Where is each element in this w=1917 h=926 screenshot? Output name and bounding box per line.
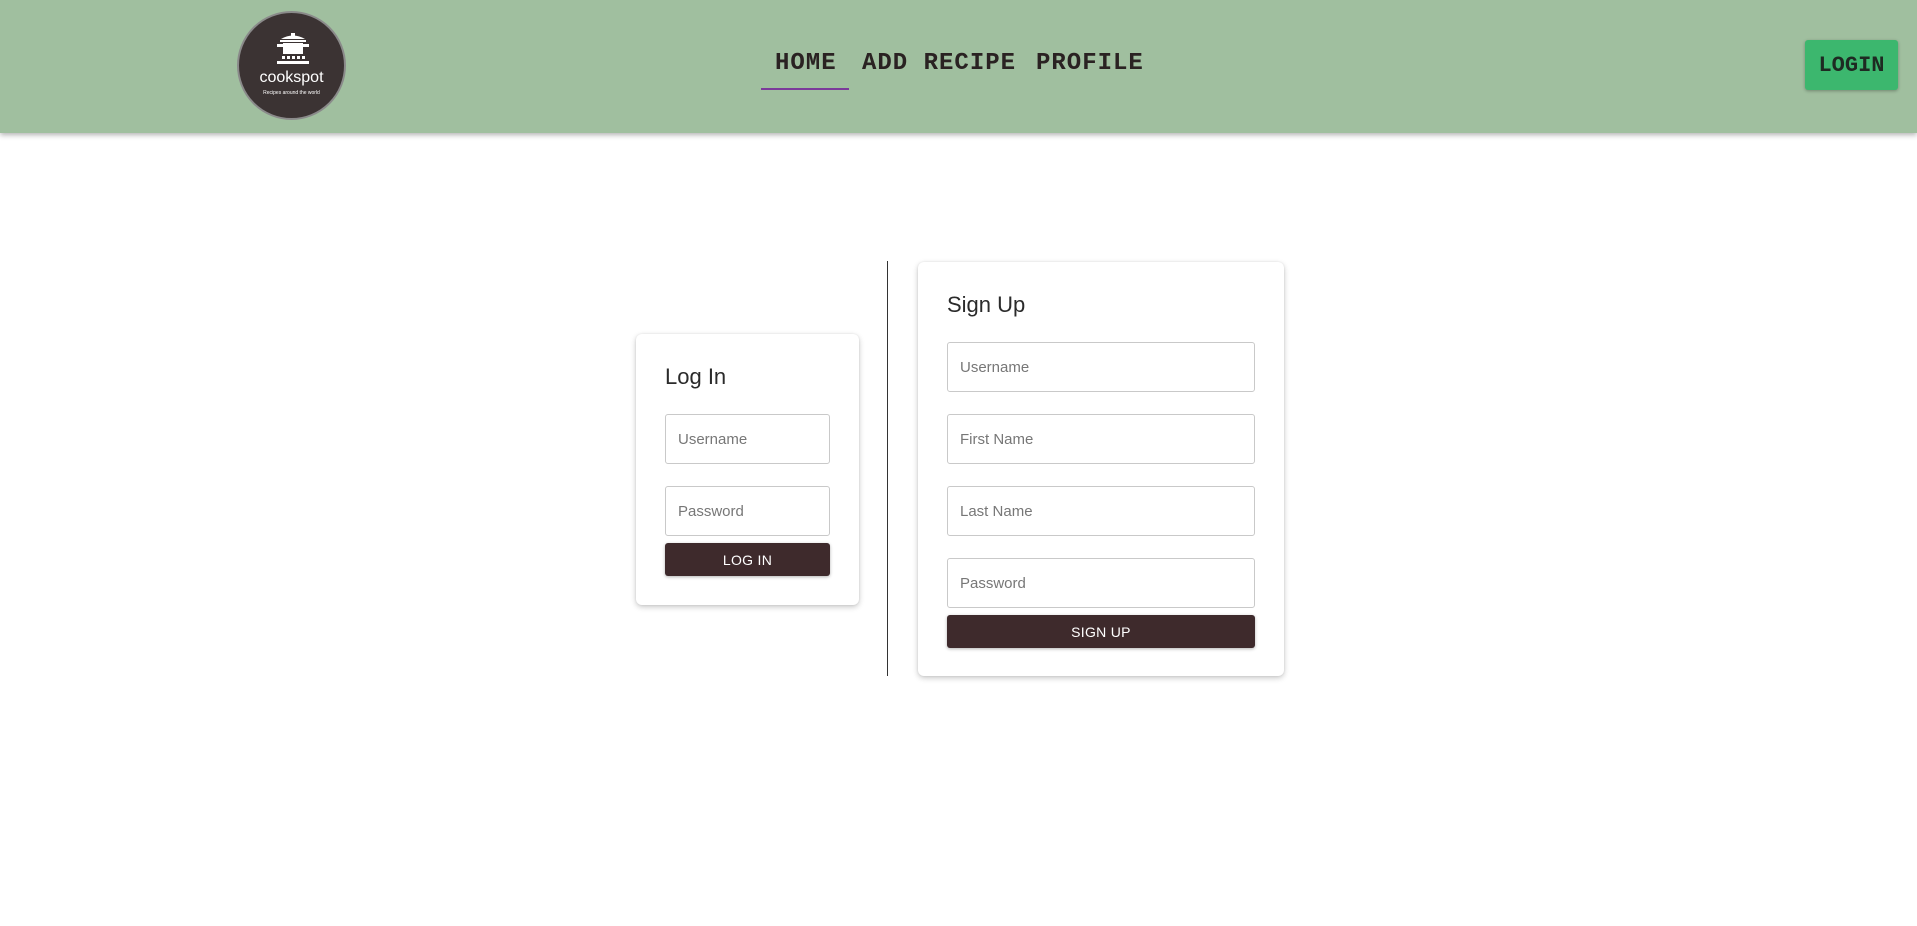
cookspot-logo[interactable]: cookspot Recipes around the world — [237, 11, 346, 120]
nav-profile[interactable]: PROFILE — [1036, 50, 1144, 77]
logo-name: cookspot — [259, 69, 324, 86]
login-button[interactable]: LOGIN — [1805, 40, 1898, 90]
login-title: Log In — [665, 364, 727, 389]
signup-last-name-input[interactable] — [947, 486, 1255, 536]
logo-tagline: Recipes around the world — [263, 90, 320, 96]
top-navbar: cookspot Recipes around the world HOME A… — [0, 0, 1917, 133]
form-divider — [887, 261, 888, 676]
signup-password-input[interactable] — [947, 558, 1255, 608]
cooking-pot-icon — [277, 33, 309, 64]
signup-first-name-input[interactable] — [947, 414, 1255, 464]
signup-username-input[interactable] — [947, 342, 1255, 392]
login-submit-button[interactable]: LOG IN — [665, 543, 830, 576]
active-nav-underline — [761, 88, 849, 90]
signup-card: Sign Up SIGN UP — [918, 262, 1284, 676]
nav-add-recipe[interactable]: ADD RECIPE — [862, 50, 1016, 77]
login-password-input[interactable] — [665, 486, 830, 536]
signup-submit-button[interactable]: SIGN UP — [947, 615, 1255, 648]
signup-title: Sign Up — [947, 292, 1026, 317]
nav-home[interactable]: HOME — [775, 50, 837, 77]
login-username-input[interactable] — [665, 414, 830, 464]
login-card: Log In LOG IN — [636, 334, 859, 605]
